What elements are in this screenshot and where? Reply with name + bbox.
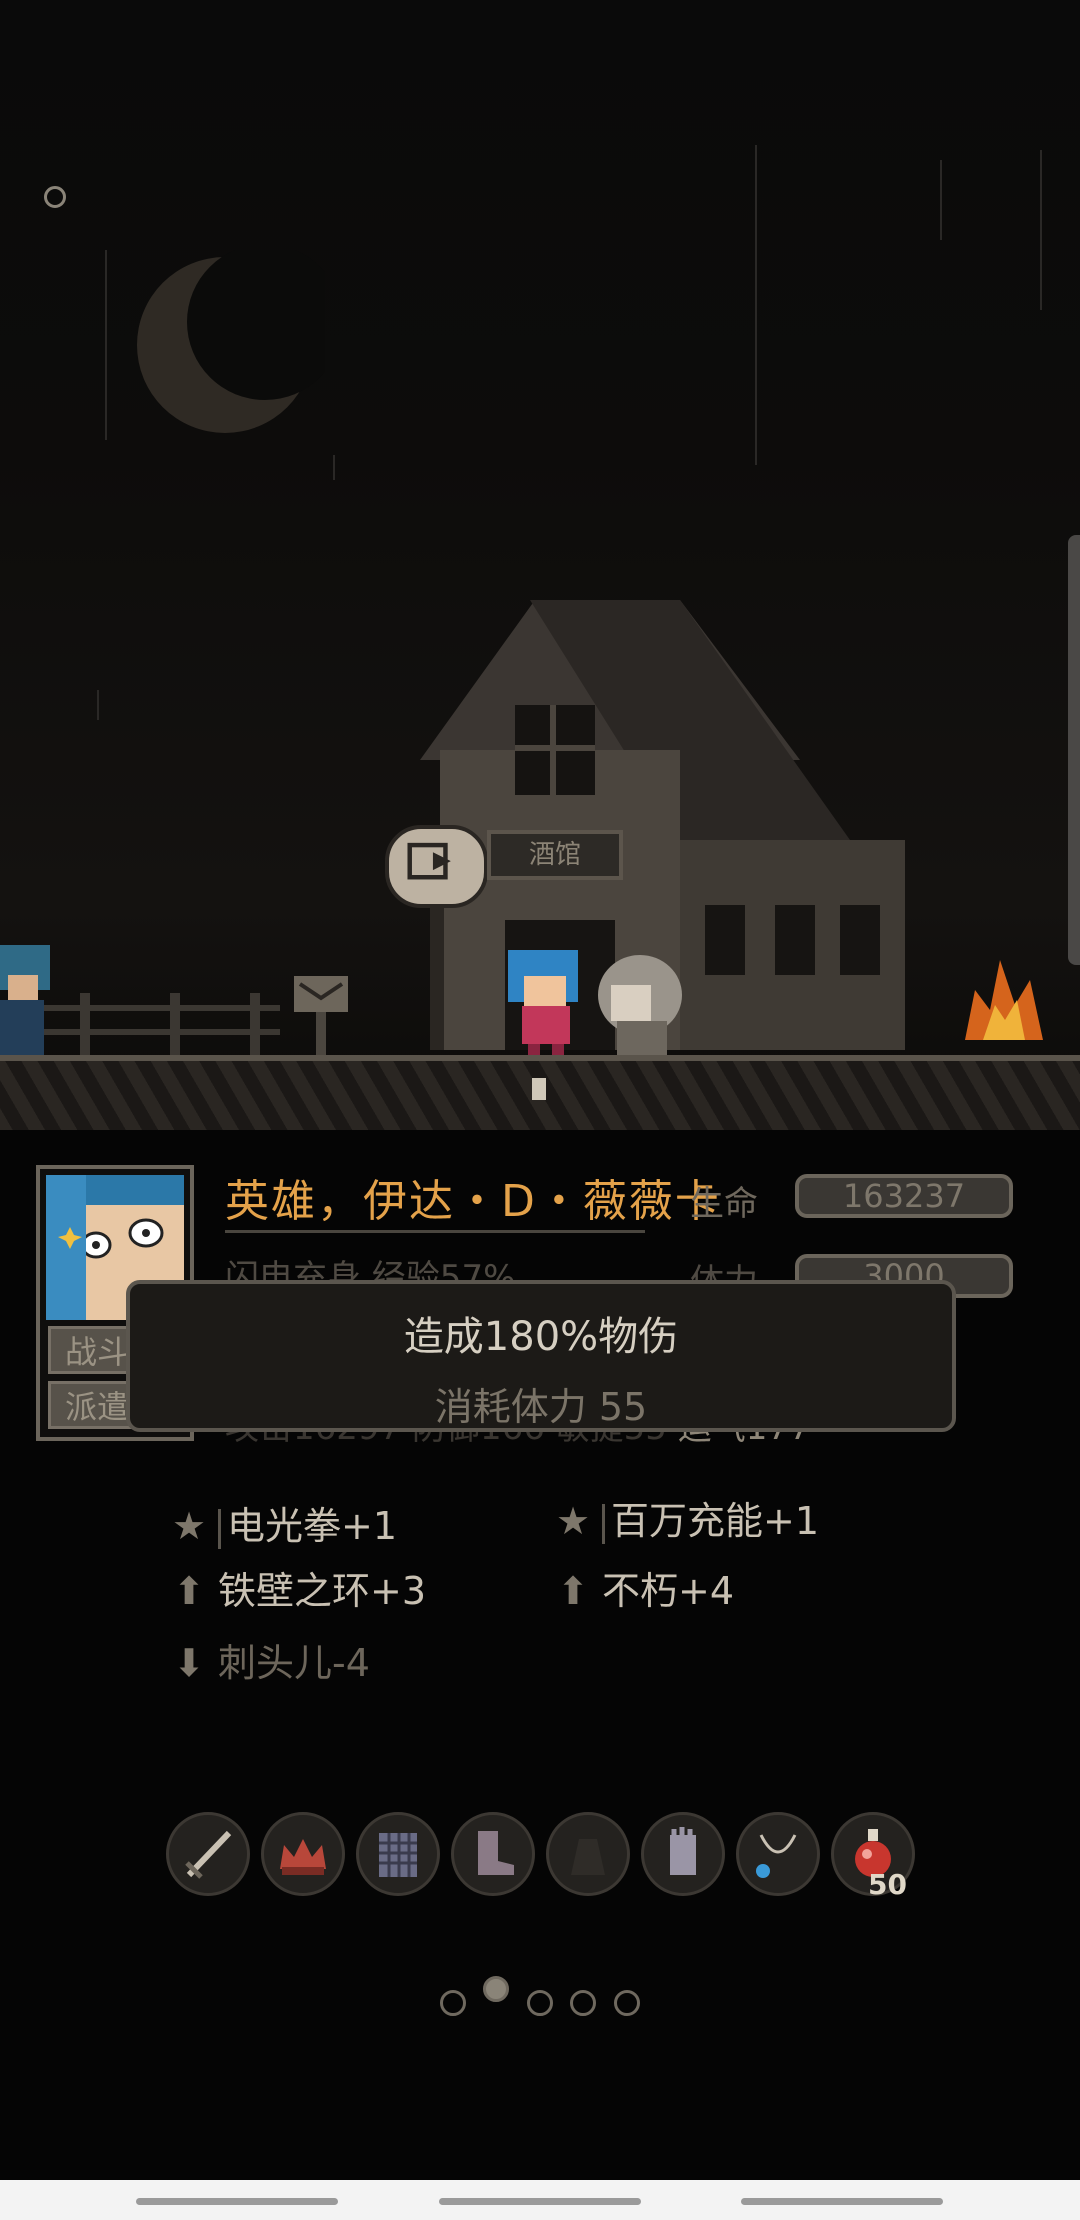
mailbox-icon[interactable] bbox=[290, 970, 352, 1055]
necklace-icon bbox=[756, 1834, 797, 1878]
fence bbox=[40, 993, 280, 1055]
page-dot[interactable] bbox=[527, 1990, 553, 2016]
page-dot[interactable] bbox=[614, 1990, 640, 2016]
inventory-slot-armor[interactable] bbox=[356, 1812, 440, 1896]
skill-label: 百万充能+1 bbox=[611, 1499, 820, 1543]
enter-door-bubble-icon[interactable] bbox=[385, 825, 488, 908]
life-value: 163237 bbox=[795, 1174, 1013, 1218]
rain-streak bbox=[755, 145, 757, 465]
potion-count: 50 bbox=[868, 1868, 907, 1901]
chainmail-icon bbox=[379, 1833, 417, 1877]
skill-tooltip[interactable]: 造成180%物伤 消耗体力 55 bbox=[126, 1280, 956, 1432]
divider bbox=[602, 1503, 605, 1544]
light-drop-icon bbox=[532, 1078, 546, 1100]
inventory-slot-gloves[interactable] bbox=[641, 1812, 725, 1896]
skill-item[interactable]: ⬆ 铁壁之环+3 bbox=[172, 1560, 426, 1615]
skill-label: 铁壁之环+3 bbox=[218, 1569, 427, 1613]
arrow-up-icon: ⬆ bbox=[173, 1569, 205, 1613]
moon-icon bbox=[137, 250, 325, 433]
skill-label: 电光拳+1 bbox=[227, 1504, 398, 1548]
inventory-slot-boots[interactable] bbox=[451, 1812, 535, 1896]
sword-icon bbox=[185, 1830, 232, 1879]
system-nav-bar bbox=[0, 2180, 1080, 2220]
game-scene[interactable]: 酒馆 bbox=[0, 0, 1080, 1130]
edge-panel-handle[interactable] bbox=[1068, 535, 1080, 965]
divider bbox=[218, 1508, 221, 1549]
star-icon: ★ bbox=[556, 1499, 591, 1543]
life-label: 生命 bbox=[690, 1184, 758, 1224]
boots-icon bbox=[478, 1831, 514, 1875]
page-dot[interactable] bbox=[440, 1990, 466, 2016]
page-dot-active[interactable] bbox=[483, 1976, 509, 2002]
skill-label: 不朽+4 bbox=[602, 1569, 735, 1613]
tooltip-effect: 造成180%物伤 bbox=[403, 1314, 679, 1360]
campfire-icon bbox=[965, 960, 1043, 1040]
divider bbox=[225, 1230, 645, 1233]
skill-item[interactable]: ★ 百万充能+1 bbox=[556, 1490, 819, 1545]
nav-recents-pill[interactable] bbox=[136, 2198, 338, 2205]
arrow-up-icon: ⬆ bbox=[557, 1569, 589, 1613]
empty-slot-icon bbox=[571, 1839, 605, 1875]
tavern-girl-sprite[interactable] bbox=[595, 955, 690, 1060]
skill-label: 刺头儿-4 bbox=[218, 1641, 370, 1685]
inventory-slot-empty[interactable] bbox=[546, 1812, 630, 1896]
tavern-sign: 酒馆 bbox=[487, 830, 623, 880]
hero-name: 英雄，伊达・D・薇薇卡 bbox=[225, 1176, 721, 1227]
star-icon: ★ bbox=[172, 1504, 207, 1548]
inventory-slot-weapon[interactable] bbox=[166, 1812, 250, 1896]
arrow-down-icon: ⬇ bbox=[173, 1641, 205, 1685]
rain-streak bbox=[940, 160, 942, 240]
inventory-slot-helmet[interactable] bbox=[261, 1812, 345, 1896]
skill-item[interactable]: ★ 电光拳+1 bbox=[172, 1495, 397, 1550]
skill-item[interactable]: ⬇ 刺头儿-4 bbox=[172, 1632, 370, 1687]
rain-streak bbox=[333, 455, 335, 480]
rain-streak bbox=[1040, 150, 1042, 310]
nav-back-pill[interactable] bbox=[741, 2198, 943, 2205]
nav-home-pill[interactable] bbox=[439, 2198, 641, 2205]
circle-indicator-icon[interactable] bbox=[44, 186, 66, 208]
inventory-slot-necklace[interactable] bbox=[736, 1812, 820, 1896]
wandering-hero-sprite[interactable] bbox=[0, 945, 60, 1055]
rain-streak bbox=[105, 250, 107, 440]
skill-item[interactable]: ⬆ 不朽+4 bbox=[556, 1560, 734, 1615]
crown-icon bbox=[280, 1839, 326, 1875]
tooltip-cost: 消耗体力 55 bbox=[434, 1385, 648, 1429]
rain-streak bbox=[97, 690, 99, 720]
gloves-icon bbox=[670, 1827, 696, 1875]
hero-sprite[interactable] bbox=[502, 950, 592, 1060]
page-dot[interactable] bbox=[570, 1990, 596, 2016]
